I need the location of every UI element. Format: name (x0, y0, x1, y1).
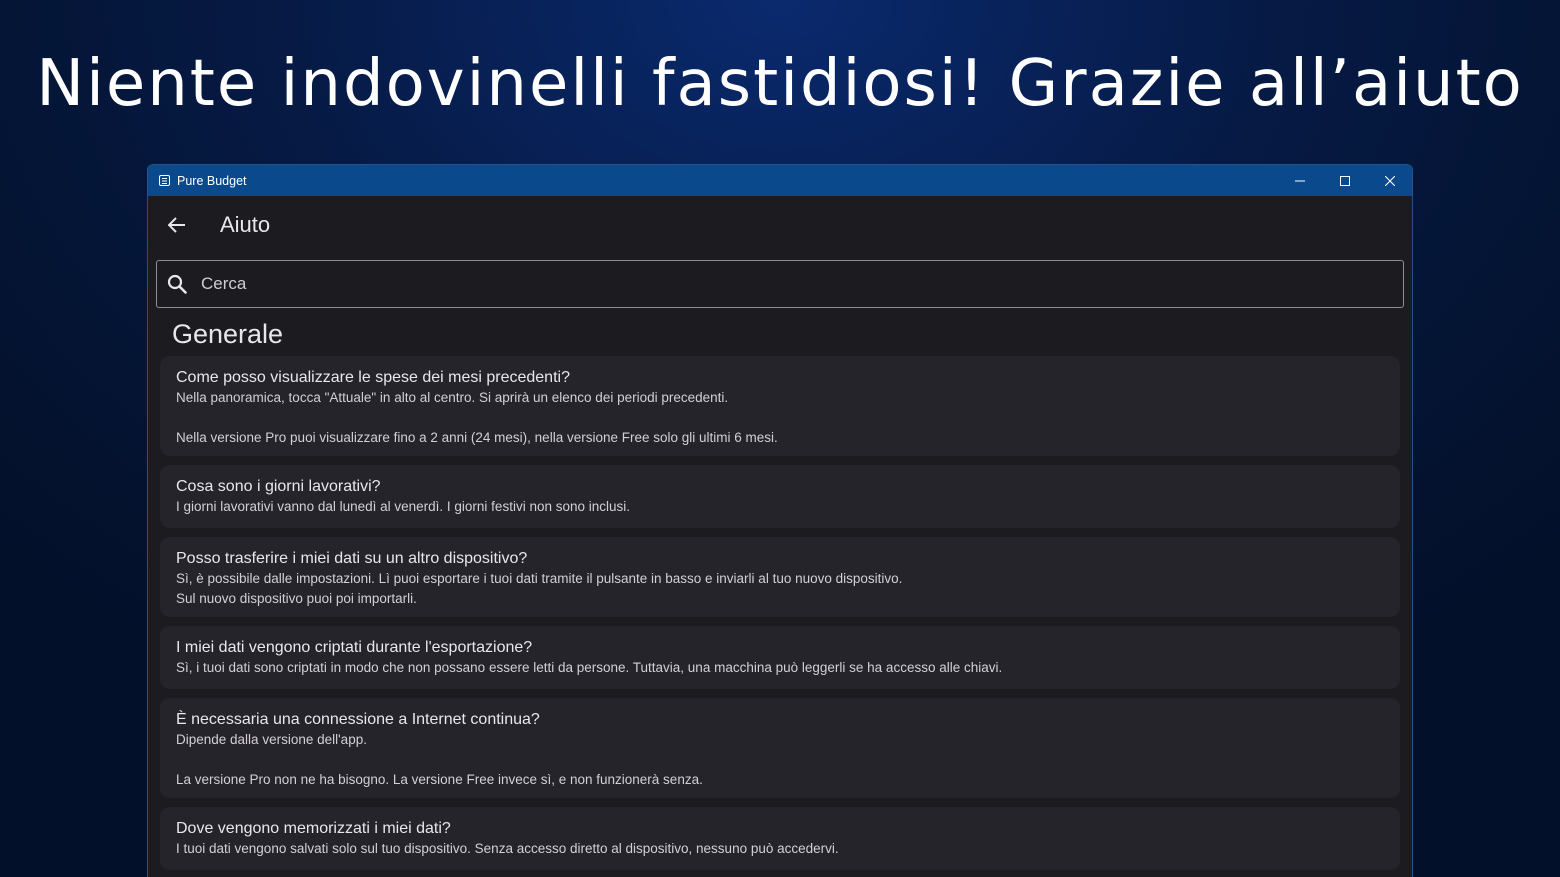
faq-answer: I giorni lavorativi vanno dal lunedì al … (176, 499, 631, 514)
page-title: Aiuto (220, 212, 271, 237)
faq-item: Cosa sono i giorni lavorativi? I giorni … (160, 465, 1400, 528)
close-icon (1384, 175, 1395, 186)
faq-item: Dove vengono memorizzati i miei dati? I … (160, 807, 1400, 870)
arrow-left-icon (168, 217, 185, 233)
faq-list: Come posso visualizzare le spese dei mes… (160, 356, 1400, 877)
faq-question: Come posso visualizzare le spese dei mes… (176, 369, 570, 386)
faq-item: I miei dati vengono criptati durante l'e… (160, 626, 1400, 689)
app-bar: Aiuto (148, 196, 1412, 254)
maximize-icon (1339, 175, 1350, 186)
close-button[interactable] (1367, 165, 1412, 196)
faq-answer: I tuoi dati vengono salvati solo sul tuo… (176, 841, 839, 856)
faq-question: È necessaria una connessione a Internet … (176, 711, 540, 728)
faq-item: È necessaria una connessione a Internet … (160, 698, 1400, 798)
faq-question: Posso trasferire i miei dati su un altro… (176, 550, 528, 567)
section-title: Generale (172, 319, 284, 349)
faq-answer: Nella panoramica, tocca "Attuale" in alt… (176, 390, 778, 445)
faq-answer: Sì, i tuoi dati sono criptati in modo ch… (176, 660, 1003, 675)
faq-question: Cosa sono i giorni lavorativi? (176, 478, 381, 495)
search-input[interactable] (201, 274, 1403, 294)
app-window: Pure Budget Aiuto Cerca Generale Come po… (147, 164, 1413, 877)
faq-answer: Dipende dalla versione dell'app. La vers… (176, 732, 703, 787)
faq-item: Come posso visualizzare le spese dei mes… (160, 356, 1400, 456)
faq-item: Posso trasferire i miei dati su un altro… (160, 537, 1400, 617)
window-title: Pure Budget (177, 173, 247, 188)
minimize-icon (1294, 180, 1305, 181)
back-button[interactable] (157, 205, 197, 245)
page-content: Aiuto Generale Come posso visualizzare l… (148, 196, 1412, 877)
search-box[interactable] (156, 260, 1404, 308)
search-icon (167, 274, 187, 294)
maximize-button[interactable] (1322, 165, 1367, 196)
calculator-icon (159, 175, 170, 186)
faq-answer: Sì, è possibile dalle impostazioni. Lì p… (176, 571, 903, 606)
faq-question: I miei dati vengono criptati durante l'e… (176, 639, 533, 656)
promo-headline: Niente indovinelli fastidiosi! Grazie al… (36, 47, 1524, 121)
faq-question: Dove vengono memorizzati i miei dati? (176, 820, 451, 837)
title-bar[interactable]: Pure Budget (148, 165, 1412, 196)
minimize-button[interactable] (1277, 165, 1322, 196)
